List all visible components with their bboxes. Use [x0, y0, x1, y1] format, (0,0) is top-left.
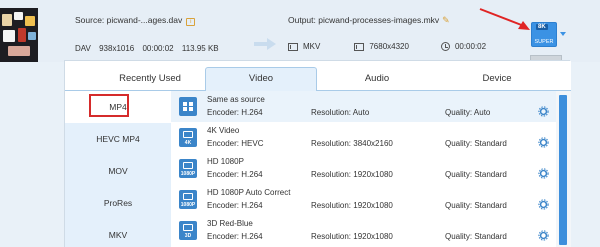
chevron-down-icon[interactable]: [560, 32, 566, 36]
gear-icon[interactable]: [538, 137, 549, 148]
highlight-box: [89, 94, 129, 117]
preset-quality: Quality: Standard: [445, 139, 507, 148]
file-row: Source: picwand-...ages.dav i DAV 938x101…: [0, 0, 600, 64]
output-resolution: 7680x4320: [369, 42, 409, 51]
output-filename: Output: picwand-processes-images.mkv ✎: [288, 15, 450, 26]
preset-row[interactable]: 1080P HD 1080P Encoder: H.264 Resolution…: [171, 153, 556, 184]
preset-icon-caption: 3D: [184, 233, 192, 239]
sidebar-item-mkv[interactable]: MKV: [65, 219, 171, 247]
tab-recently-used[interactable]: Recently Used: [95, 67, 205, 91]
source-resolution: 938x1016: [99, 44, 135, 53]
preset-quality: Quality: Standard: [445, 232, 507, 241]
preset-name: 3D Red-Blue: [207, 219, 253, 228]
source-duration: 00:00:02: [142, 44, 174, 53]
output-format: MKV: [303, 42, 321, 51]
preset-row[interactable]: Same as source Encoder: H.264 Resolution…: [171, 91, 556, 122]
preset-resolution: Resolution: 1920x1080: [311, 201, 393, 210]
clock-icon: [440, 42, 450, 51]
sidebar-item-mov[interactable]: MOV: [65, 155, 171, 187]
edit-icon[interactable]: ✎: [442, 15, 450, 26]
hd-1080p-icon: 1080P: [179, 159, 197, 178]
same-as-source-icon: [179, 97, 197, 116]
preset-resolution: Resolution: 1920x1080: [311, 232, 393, 241]
film-icon: [288, 42, 298, 51]
source-meta: DAV 938x1016 00:00:02 113.95 KB: [75, 44, 225, 53]
preset-resolution: Resolution: 3840x2160: [311, 139, 393, 148]
format-tabs: Recently Used Video Audio Device: [65, 61, 571, 92]
preset-quality: Quality: Standard: [445, 201, 507, 210]
preset-encoder: Encoder: HEVC: [207, 139, 264, 148]
resolution-icon: [354, 42, 365, 51]
source-filename-text: Source: picwand-...ages.dav: [75, 15, 183, 25]
preset-resolution: Resolution: Auto: [311, 108, 370, 117]
preset-icon-caption: 1080P: [180, 202, 196, 208]
preset-list: Same as source Encoder: H.264 Resolution…: [171, 91, 556, 247]
convert-arrow-icon: [254, 38, 276, 50]
preset-encoder: Encoder: H.264: [207, 108, 263, 117]
preset-encoder: Encoder: H.264: [207, 232, 263, 241]
gear-icon[interactable]: [538, 199, 549, 210]
preset-resolution: Resolution: 1920x1080: [311, 170, 393, 179]
format-popup: Recently Used Video Audio Device MP4 HEV…: [64, 60, 571, 247]
preset-name: HD 1080P: [207, 157, 244, 166]
output-filename-text: Output: picwand-processes-images.mkv: [288, 15, 440, 25]
output-duration: 00:00:02: [454, 42, 487, 51]
preset-name: 4K Video: [207, 126, 240, 135]
preset-name: Same as source: [207, 95, 265, 104]
source-filename: Source: picwand-...ages.dav i: [75, 15, 196, 26]
sidebar-item-mp4[interactable]: MP4: [65, 91, 171, 123]
output-meta: MKV 7680x4320 00:00:02: [288, 42, 498, 51]
format-sidebar: MP4 HEVC MP4 MOV ProRes MKV: [65, 91, 171, 247]
output-format-button[interactable]: 8K SUPER: [531, 22, 557, 47]
gear-icon[interactable]: [538, 106, 549, 117]
preset-icon-caption: 1080P: [180, 171, 196, 177]
preset-row[interactable]: 4K 4K Video Encoder: HEVC Resolution: 38…: [171, 122, 556, 153]
source-size: 113.95 KB: [181, 44, 219, 53]
scrollbar-thumb[interactable]: [559, 95, 567, 245]
tab-video[interactable]: Video: [205, 67, 317, 92]
video-thumbnail[interactable]: [0, 8, 38, 62]
sidebar-item-prores[interactable]: ProRes: [65, 187, 171, 219]
3d-red-blue-icon: 3D: [179, 221, 197, 240]
preset-icon-caption: 4K: [184, 140, 192, 146]
preset-name: HD 1080P Auto Correct: [207, 188, 291, 197]
tab-audio[interactable]: Audio: [317, 67, 437, 91]
tab-device[interactable]: Device: [437, 67, 557, 91]
preset-row[interactable]: 3D 3D Red-Blue Encoder: H.264 Resolution…: [171, 215, 556, 246]
format-badge: 8K: [536, 24, 548, 30]
info-icon[interactable]: i: [186, 18, 196, 26]
gear-icon[interactable]: [538, 230, 549, 241]
preset-scrollbar[interactable]: [556, 91, 571, 247]
4k-video-icon: 4K: [179, 128, 197, 147]
preset-row[interactable]: 1080P HD 1080P Auto Correct Encoder: H.2…: [171, 184, 556, 215]
format-badge-label: SUPER: [534, 39, 554, 45]
source-format: DAV: [75, 44, 91, 53]
red-arrow-annotation: [479, 8, 530, 30]
hd-1080p-auto-correct-icon: 1080P: [179, 190, 197, 209]
preset-quality: Quality: Auto: [445, 108, 491, 117]
preset-encoder: Encoder: H.264: [207, 170, 263, 179]
sidebar-item-hevc-mp4[interactable]: HEVC MP4: [65, 123, 171, 155]
gear-icon[interactable]: [538, 168, 549, 179]
preset-encoder: Encoder: H.264: [207, 201, 263, 210]
preset-quality: Quality: Standard: [445, 170, 507, 179]
